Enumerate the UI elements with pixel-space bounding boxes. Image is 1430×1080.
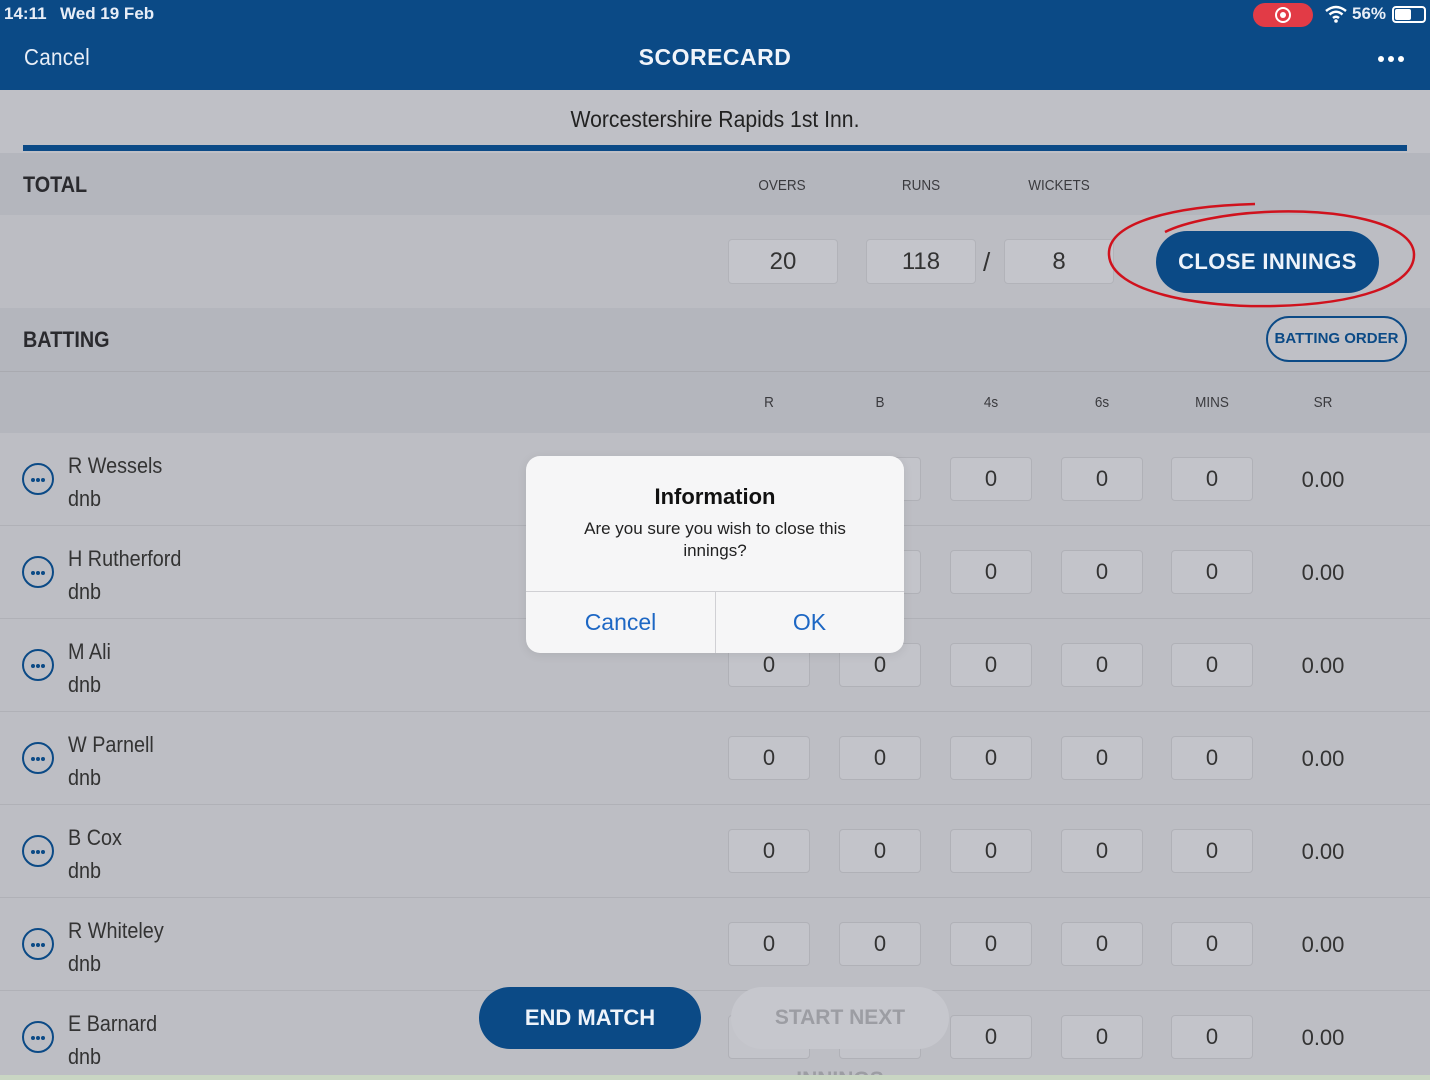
player-status: dnb bbox=[68, 1044, 102, 1069]
sixes-cell[interactable]: 0 bbox=[1061, 550, 1143, 594]
column-header-sr: SR bbox=[1313, 394, 1333, 411]
start-next-innings-button[interactable]: START NEXT INNINGS bbox=[731, 987, 949, 1080]
mins-cell[interactable]: 0 bbox=[1171, 1015, 1253, 1059]
wifi-icon bbox=[1325, 5, 1347, 23]
sixes-cell[interactable]: 0 bbox=[1061, 829, 1143, 873]
table-row: B Cox dnb 0 0 0 0 0 0.00 bbox=[0, 805, 1430, 898]
mins-cell[interactable]: 0 bbox=[1171, 736, 1253, 780]
player-name[interactable]: B Cox bbox=[68, 825, 122, 851]
player-name[interactable]: R Whiteley bbox=[68, 918, 164, 944]
mins-cell[interactable]: 0 bbox=[1171, 643, 1253, 687]
row-more-icon[interactable] bbox=[22, 928, 54, 960]
mins-cell[interactable]: 0 bbox=[1171, 829, 1253, 873]
end-match-button[interactable]: END MATCH bbox=[479, 987, 701, 1049]
player-name[interactable]: H Rutherford bbox=[68, 546, 181, 572]
confirm-dialog: Information Are you sure you wish to clo… bbox=[526, 456, 904, 653]
mins-cell[interactable]: 0 bbox=[1171, 550, 1253, 594]
player-status: dnb bbox=[68, 672, 102, 697]
sixes-cell[interactable]: 0 bbox=[1061, 643, 1143, 687]
page-title: SCORECARD bbox=[638, 44, 792, 70]
row-more-icon[interactable] bbox=[22, 835, 54, 867]
screen-recording-icon[interactable] bbox=[1253, 3, 1313, 27]
innings-header: Worcestershire Rapids 1st Inn. bbox=[0, 90, 1430, 152]
player-name[interactable]: M Ali bbox=[68, 639, 111, 665]
balls-cell[interactable]: 0 bbox=[839, 829, 921, 873]
column-header-r: R bbox=[764, 394, 774, 411]
runs-field[interactable]: 118 bbox=[866, 239, 976, 284]
column-header-6s: 6s bbox=[1094, 394, 1110, 411]
strike-rate: 0.00 bbox=[1301, 839, 1345, 864]
wickets-header: WICKETS bbox=[1028, 177, 1090, 194]
batting-section-header: BATTING bbox=[0, 308, 1430, 371]
wickets-field[interactable]: 8 bbox=[1004, 239, 1114, 284]
column-header-b: B bbox=[875, 394, 885, 411]
fours-cell[interactable]: 0 bbox=[950, 736, 1032, 780]
balls-cell[interactable]: 0 bbox=[839, 922, 921, 966]
batting-order-button[interactable]: BATTING ORDER bbox=[1266, 316, 1407, 362]
dialog-cancel-button[interactable]: Cancel bbox=[526, 592, 715, 653]
dialog-title: Information bbox=[654, 484, 776, 509]
fours-cell[interactable]: 0 bbox=[950, 457, 1032, 501]
fours-cell[interactable]: 0 bbox=[950, 1015, 1032, 1059]
sixes-cell[interactable]: 0 bbox=[1061, 922, 1143, 966]
player-status: dnb bbox=[68, 951, 102, 976]
runs-cell[interactable]: 0 bbox=[728, 922, 810, 966]
row-more-icon[interactable] bbox=[22, 463, 54, 495]
fours-cell[interactable]: 0 bbox=[950, 643, 1032, 687]
strike-rate: 0.00 bbox=[1301, 560, 1345, 585]
balls-cell[interactable]: 0 bbox=[839, 736, 921, 780]
bottom-edge bbox=[0, 1075, 1430, 1080]
runs-cell[interactable]: 0 bbox=[728, 829, 810, 873]
runs-header: RUNS bbox=[901, 177, 941, 194]
top-bar: 14:11 Wed 19 Feb 56% Cancel SCORECARD bbox=[0, 0, 1430, 90]
table-row: R Whiteley dnb 0 0 0 0 0 0.00 bbox=[0, 898, 1430, 991]
mins-cell[interactable]: 0 bbox=[1171, 457, 1253, 501]
battery-icon bbox=[1392, 6, 1426, 23]
battery-percentage: 56% bbox=[1352, 4, 1387, 23]
fours-cell[interactable]: 0 bbox=[950, 922, 1032, 966]
row-more-icon[interactable] bbox=[22, 1021, 54, 1053]
innings-title[interactable]: Worcestershire Rapids 1st Inn. bbox=[57, 106, 1373, 133]
column-header-mins: MINS bbox=[1195, 394, 1229, 411]
runs-cell[interactable]: 0 bbox=[728, 736, 810, 780]
strike-rate: 0.00 bbox=[1301, 746, 1345, 771]
strike-rate: 0.00 bbox=[1301, 653, 1345, 678]
dialog-message: Are you sure you wish to close this inni… bbox=[584, 519, 846, 560]
player-status: dnb bbox=[68, 858, 102, 883]
row-more-icon[interactable] bbox=[22, 649, 54, 681]
sixes-cell[interactable]: 0 bbox=[1061, 736, 1143, 780]
overs-header: OVERS bbox=[758, 177, 806, 194]
player-name[interactable]: R Wessels bbox=[68, 453, 162, 479]
player-status: dnb bbox=[68, 486, 102, 511]
strike-rate: 0.00 bbox=[1301, 467, 1345, 492]
sixes-cell[interactable]: 0 bbox=[1061, 457, 1143, 501]
column-header-4s: 4s bbox=[983, 394, 999, 411]
batting-columns-header: R B 4s 6s MINS SR bbox=[0, 371, 1430, 433]
player-name[interactable]: E Barnard bbox=[68, 1011, 157, 1037]
strike-rate: 0.00 bbox=[1301, 932, 1345, 957]
table-row: W Parnell dnb 0 0 0 0 0 0.00 bbox=[0, 712, 1430, 805]
fours-cell[interactable]: 0 bbox=[950, 829, 1032, 873]
status-time: 14:11 bbox=[4, 4, 47, 23]
batting-label: BATTING bbox=[23, 327, 110, 352]
strike-rate: 0.00 bbox=[1301, 1025, 1345, 1050]
row-more-icon[interactable] bbox=[22, 742, 54, 774]
status-date: Wed 19 Feb bbox=[60, 4, 155, 23]
fours-cell[interactable]: 0 bbox=[950, 550, 1032, 594]
dialog-ok-button[interactable]: OK bbox=[715, 592, 904, 653]
sixes-cell[interactable]: 0 bbox=[1061, 1015, 1143, 1059]
annotation-circle bbox=[1107, 202, 1416, 308]
overs-field[interactable]: 20 bbox=[728, 239, 838, 284]
mins-cell[interactable]: 0 bbox=[1171, 922, 1253, 966]
more-horizontal-icon[interactable] bbox=[1378, 56, 1404, 64]
table-row: E Barnard dnb 0 0 0 0 0 0.00 bbox=[0, 991, 1430, 1080]
total-label: TOTAL bbox=[23, 172, 88, 197]
player-name[interactable]: W Parnell bbox=[68, 732, 154, 758]
row-more-icon[interactable] bbox=[22, 556, 54, 588]
innings-tab-indicator bbox=[23, 145, 1407, 151]
runs-wickets-separator: / bbox=[983, 247, 991, 277]
player-status: dnb bbox=[68, 579, 102, 604]
player-status: dnb bbox=[68, 765, 102, 790]
